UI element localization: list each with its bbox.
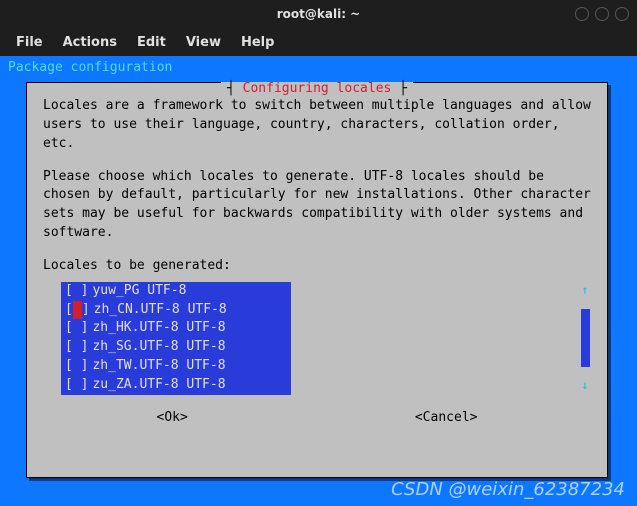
menu-bar: File Actions Edit View Help <box>0 28 637 56</box>
list-scrollbar[interactable]: ↑ ↓ <box>579 282 591 395</box>
locale-item[interactable]: [ ]zh_TW.UTF-8 UTF-8 <box>65 357 287 376</box>
scroll-down-icon[interactable]: ↓ <box>581 377 588 394</box>
menu-help[interactable]: Help <box>241 35 274 50</box>
locale-item[interactable]: [ ]yuw_PG UTF-8 <box>65 282 287 301</box>
ok-button[interactable]: <Ok> <box>157 409 188 428</box>
locales-prompt: Locales to be generated: <box>43 257 591 276</box>
window-buttons <box>575 7 629 21</box>
locale-item[interactable]: [ ]zh_SG.UTF-8 UTF-8 <box>65 338 287 357</box>
cancel-button[interactable]: <Cancel> <box>415 409 478 428</box>
terminal-area: Package configuration Configuring locale… <box>0 56 637 506</box>
scroll-track[interactable] <box>581 309 590 367</box>
locale-list[interactable]: [ ]yuw_PG UTF-8[ ]zh_CN.UTF-8 UTF-8[ ]zh… <box>61 282 291 395</box>
window-titlebar: root@kali: ~ <box>0 0 637 28</box>
locale-item-label: zh_TW.UTF-8 UTF-8 <box>92 357 225 376</box>
menu-view[interactable]: View <box>186 35 221 50</box>
locale-item[interactable]: [ ]zh_CN.UTF-8 UTF-8 <box>65 301 287 320</box>
locale-item-label: yuw_PG UTF-8 <box>92 282 186 301</box>
locale-item[interactable]: [ ]zh_HK.UTF-8 UTF-8 <box>65 319 287 338</box>
menu-edit[interactable]: Edit <box>137 35 166 50</box>
menu-actions[interactable]: Actions <box>63 35 117 50</box>
window-title: root@kali: ~ <box>277 7 360 21</box>
menu-file[interactable]: File <box>16 35 43 50</box>
locales-dialog: Configuring locales Locales are a framew… <box>26 82 608 478</box>
package-config-label: Package configuration <box>0 56 637 75</box>
minimize-button[interactable] <box>575 7 589 21</box>
close-button[interactable] <box>615 7 629 21</box>
dialog-paragraph-1: Locales are a framework to switch betwee… <box>43 97 591 154</box>
dialog-paragraph-2: Please choose which locales to generate.… <box>43 168 591 243</box>
locale-item-label: zu_ZA.UTF-8 UTF-8 <box>92 376 225 395</box>
locale-item-label: zh_HK.UTF-8 UTF-8 <box>92 319 225 338</box>
csdn-watermark: CSDN @weixin_62387234 <box>391 479 625 500</box>
locale-item-label: zh_SG.UTF-8 UTF-8 <box>92 338 225 357</box>
locale-item-label: zh_CN.UTF-8 UTF-8 <box>94 301 227 320</box>
scroll-up-icon[interactable]: ↑ <box>581 282 588 299</box>
dialog-title: Configuring locales <box>221 82 413 95</box>
locale-item[interactable]: [ ]zu_ZA.UTF-8 UTF-8 <box>65 376 287 395</box>
maximize-button[interactable] <box>595 7 609 21</box>
